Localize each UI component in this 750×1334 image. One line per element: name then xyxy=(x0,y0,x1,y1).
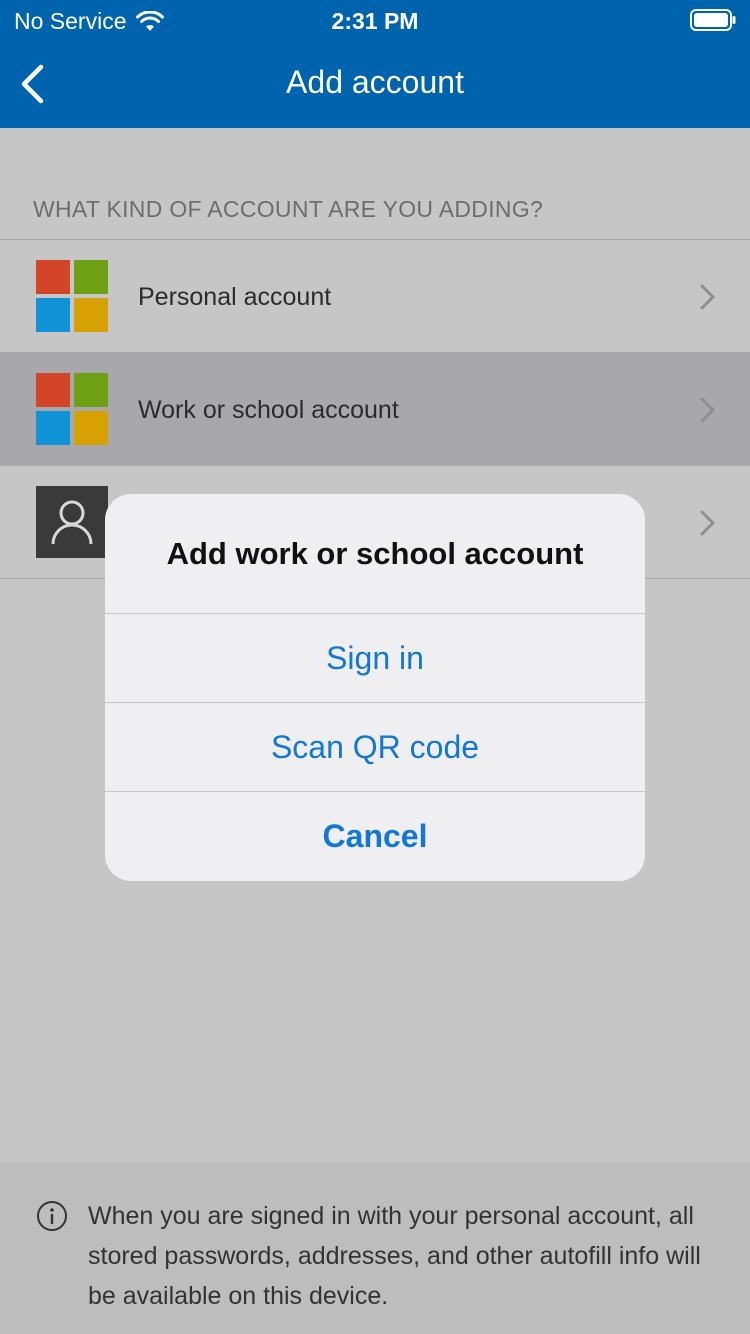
chevron-right-icon xyxy=(700,510,715,536)
work-school-account-row[interactable]: Work or school account xyxy=(0,353,750,466)
nav-bar: Add account xyxy=(0,40,750,128)
chevron-right-icon xyxy=(700,284,715,310)
scan-qr-code-button[interactable]: Scan QR code xyxy=(105,703,645,792)
battery-icon xyxy=(690,9,736,31)
cancel-button[interactable]: Cancel xyxy=(105,792,645,880)
footer-info: When you are signed in with your persona… xyxy=(0,1162,750,1334)
microsoft-logo-icon xyxy=(36,373,108,445)
account-row-label: Work or school account xyxy=(138,396,399,424)
microsoft-logo-icon xyxy=(36,260,108,332)
personal-account-row[interactable]: Personal account xyxy=(0,240,750,353)
chevron-right-icon xyxy=(700,397,715,423)
status-time: 2:31 PM xyxy=(331,8,419,34)
person-glyph xyxy=(51,500,93,545)
page-title: Add account xyxy=(286,64,464,100)
add-work-account-alert: Add work or school account Sign in Scan … xyxy=(105,494,645,881)
section-header: WHAT KIND OF ACCOUNT ARE YOU ADDING? xyxy=(33,196,544,222)
status-bar: No Service 2:31 PM xyxy=(0,0,750,40)
person-icon xyxy=(36,486,108,558)
footer-text: When you are signed in with your persona… xyxy=(88,1202,701,1310)
info-icon xyxy=(37,1201,67,1231)
account-row-label: Personal account xyxy=(138,283,332,311)
sign-in-button[interactable]: Sign in xyxy=(105,614,645,703)
alert-title: Add work or school account xyxy=(105,494,645,614)
